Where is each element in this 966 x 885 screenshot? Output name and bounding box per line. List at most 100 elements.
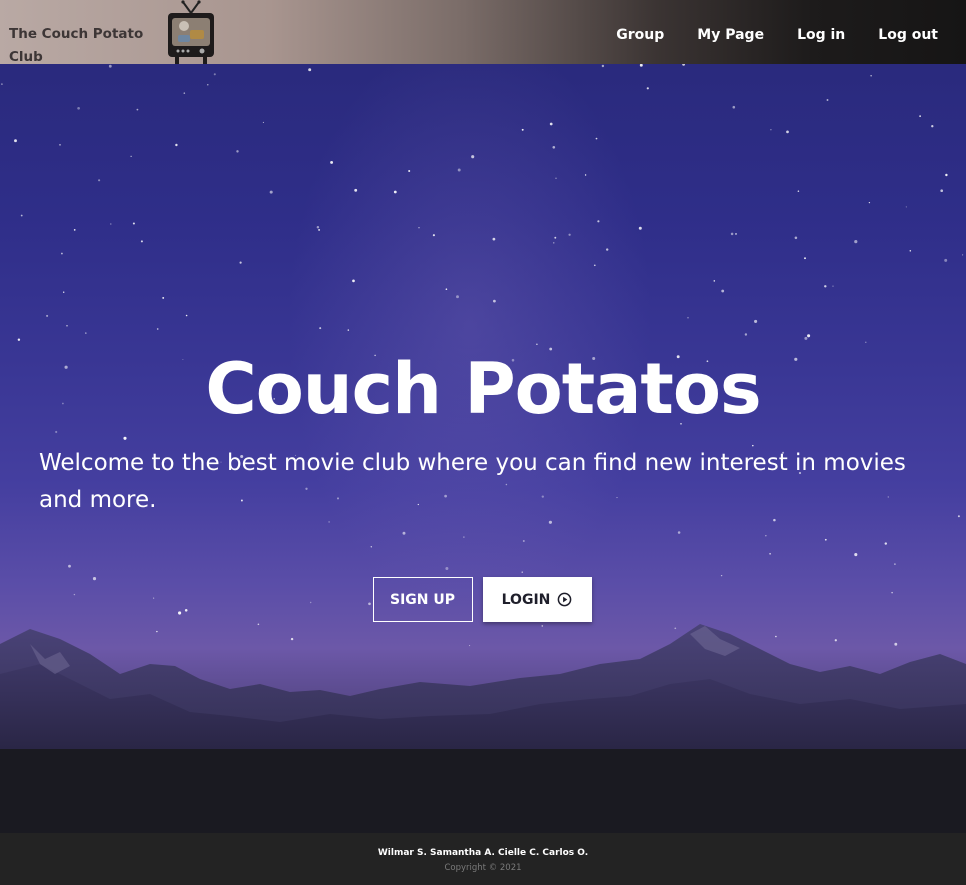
star: [824, 285, 827, 288]
star: [471, 155, 475, 159]
star: [794, 236, 798, 240]
star: [638, 226, 642, 230]
sign-up-button[interactable]: SIGN UP: [372, 577, 473, 622]
star: [20, 214, 23, 217]
star: [457, 168, 461, 172]
star: [522, 540, 525, 542]
star: [456, 295, 459, 299]
star: [445, 567, 449, 570]
navbar: The Couch Potato Club Group My Page Log …: [0, 0, 966, 66]
star: [584, 174, 587, 176]
nav-link-log-in[interactable]: Log in: [797, 21, 845, 43]
star: [14, 139, 17, 143]
star: [46, 314, 49, 317]
star: [493, 299, 496, 303]
star: [601, 64, 605, 68]
star: [894, 563, 896, 565]
star: [606, 248, 609, 251]
star: [110, 223, 112, 225]
star: [185, 314, 188, 317]
star: [236, 150, 239, 153]
hero-subtitle: Welcome to the best movie club where you…: [39, 450, 906, 513]
star: [68, 564, 71, 568]
star: [730, 232, 734, 236]
star: [639, 64, 643, 67]
star: [402, 531, 406, 535]
star: [721, 289, 725, 293]
star: [944, 258, 948, 262]
star: [328, 521, 330, 523]
nav-links: Group My Page Log in Log out: [583, 0, 938, 64]
page: The Couch Potato Club Group My Page Log …: [0, 0, 966, 885]
star: [552, 145, 556, 149]
mountain-silhouette: [0, 624, 966, 833]
star: [408, 169, 411, 173]
star: [593, 264, 596, 267]
star: [646, 87, 649, 90]
star: [175, 143, 178, 147]
brand-name[interactable]: The Couch Potato Club: [9, 23, 149, 69]
star: [832, 285, 834, 287]
star: [962, 254, 964, 256]
star: [330, 160, 334, 164]
star: [98, 179, 101, 182]
star: [262, 121, 264, 123]
star: [677, 531, 681, 534]
star: [553, 242, 555, 244]
star: [213, 73, 216, 76]
star: [63, 291, 65, 293]
star: [347, 329, 350, 331]
star: [754, 319, 758, 323]
star: [807, 334, 811, 338]
star: [492, 237, 496, 241]
footer-copyright: Copyright © 2021: [444, 863, 522, 873]
star: [919, 115, 921, 117]
star: [769, 552, 771, 555]
play-circle-icon: [558, 592, 572, 607]
nav-link-log-out[interactable]: Log out: [878, 21, 938, 43]
star: [432, 234, 435, 237]
star: [765, 535, 767, 537]
tv-icon[interactable]: [166, 0, 216, 66]
nav-link-my-page[interactable]: My Page: [697, 21, 764, 43]
star: [744, 333, 748, 336]
star: [140, 240, 143, 243]
star: [770, 129, 772, 131]
sign-up-label: SIGN UP: [389, 591, 455, 608]
star: [597, 220, 600, 223]
nav-link-group[interactable]: Group: [616, 21, 664, 43]
star: [865, 341, 867, 344]
star: [319, 327, 322, 330]
star: [555, 177, 557, 179]
star: [183, 92, 186, 94]
star: [136, 108, 139, 111]
login-label: LOGIN: [501, 591, 551, 608]
star: [905, 206, 907, 208]
star: [130, 155, 132, 157]
star: [549, 122, 553, 126]
star: [940, 189, 944, 193]
star: [854, 240, 858, 244]
star: [463, 536, 465, 538]
login-button[interactable]: LOGIN: [482, 577, 592, 622]
star: [804, 257, 806, 260]
star: [568, 233, 571, 236]
star: [870, 75, 872, 77]
star: [945, 173, 948, 177]
star: [132, 222, 135, 225]
star: [868, 201, 871, 204]
star: [354, 188, 358, 192]
hero-actions: SIGN UP LOGIN: [0, 577, 966, 622]
star: [269, 190, 273, 194]
star: [797, 190, 800, 192]
footer-authors: Wilmar S. Samantha A. Cielle C. Carlos O…: [377, 848, 589, 858]
star: [418, 226, 420, 229]
star: [735, 232, 737, 235]
star: [370, 546, 373, 548]
star: [77, 106, 80, 110]
star: [85, 332, 87, 334]
star: [162, 296, 165, 299]
star: [316, 226, 320, 229]
hero-section: Couch Potatos Welcome to the best movie …: [0, 64, 966, 833]
star: [957, 515, 960, 518]
